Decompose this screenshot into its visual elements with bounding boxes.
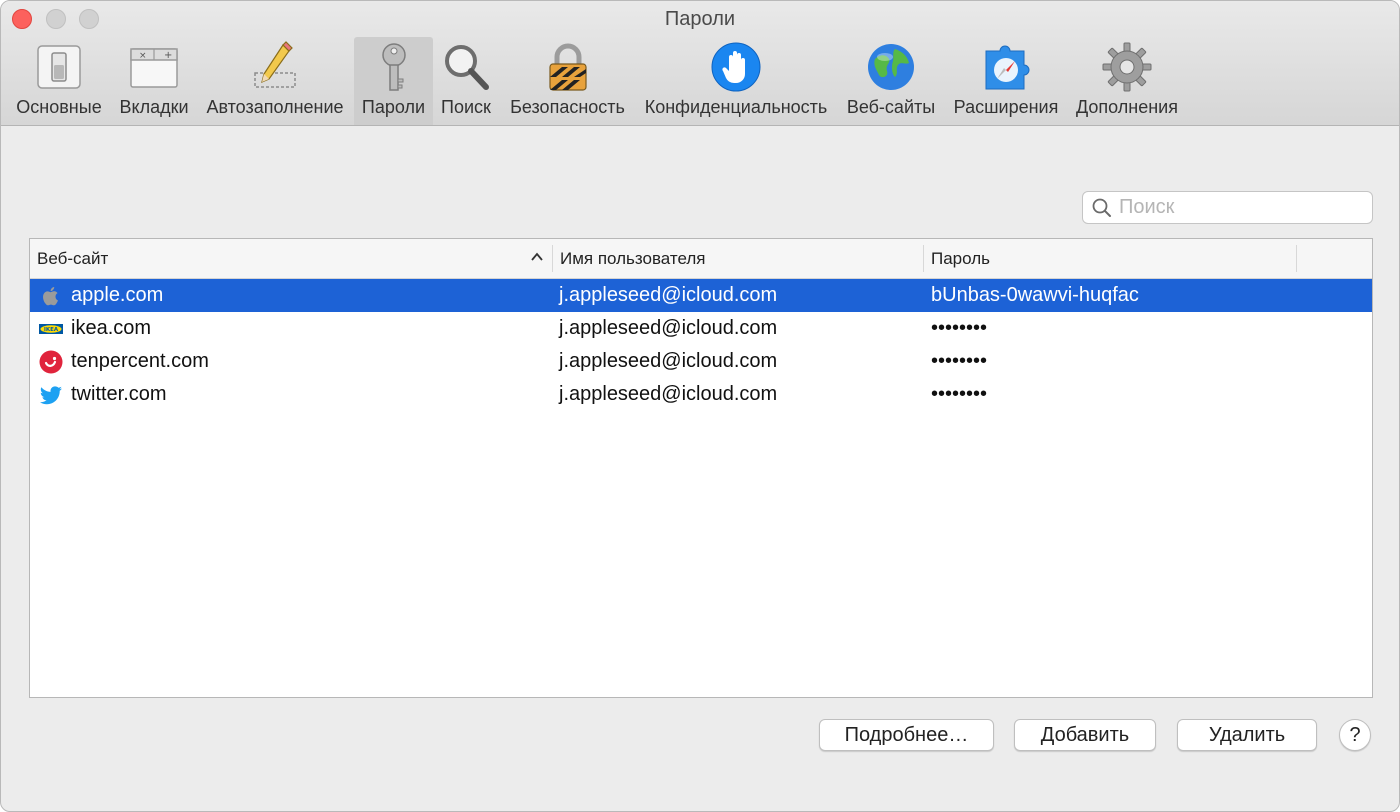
magnifier-icon xyxy=(445,45,489,90)
website-cell: tenpercent.com xyxy=(71,350,209,372)
remove-button[interactable]: Удалить xyxy=(1177,719,1317,751)
tab-search[interactable]: Поиск xyxy=(435,37,497,125)
table-header: Веб-сайт Имя пользователя Пароль xyxy=(30,239,1372,279)
privacy-hand-icon xyxy=(711,42,761,92)
username-cell: j.appleseed@icloud.com xyxy=(559,284,778,306)
website-cell: twitter.com xyxy=(71,383,167,405)
autofill-pencil-icon xyxy=(254,41,296,88)
tab-extensions-label: Расширения xyxy=(953,97,1059,117)
tab-tabs-label: Вкладки xyxy=(119,97,189,117)
extensions-puzzle-icon xyxy=(985,45,1030,90)
sort-ascending-icon xyxy=(531,252,543,261)
search-field[interactable] xyxy=(1082,191,1373,224)
window-title: Пароли xyxy=(664,8,736,30)
column-divider[interactable] xyxy=(1296,245,1297,272)
tab-websites-label: Веб-сайты xyxy=(846,97,936,117)
twitter-bird-icon xyxy=(40,386,62,405)
ikea-logo-icon: IKEA xyxy=(39,324,63,334)
tab-extensions[interactable]: Расширения xyxy=(946,37,1066,125)
tabs-icon: × + xyxy=(130,48,178,88)
website-cell: apple.com xyxy=(71,284,164,306)
tab-websites[interactable]: Веб-сайты xyxy=(839,37,943,125)
website-cell: ikea.com xyxy=(71,317,152,339)
username-cell: j.appleseed@icloud.com xyxy=(559,350,778,372)
tab-passwords-label: Пароли xyxy=(361,97,426,117)
globe-icon xyxy=(868,44,914,90)
svg-text:+: + xyxy=(164,50,172,61)
preferences-window: Пароли Основные × + Вкладки Автозаполнен… xyxy=(0,0,1400,812)
details-button[interactable]: Подробнее… xyxy=(819,719,994,751)
tab-search-label: Поиск xyxy=(441,97,491,117)
column-header-website[interactable]: Веб-сайт xyxy=(30,239,552,278)
username-cell: j.appleseed@icloud.com xyxy=(559,317,778,339)
table-row[interactable]: twitter.com j.appleseed@icloud.com •••••… xyxy=(30,378,1372,411)
toolbar: Пароли Основные × + Вкладки Автозаполнен… xyxy=(1,1,1399,126)
help-button[interactable]: ? xyxy=(1339,719,1371,751)
tab-tabs[interactable]: × + Вкладки xyxy=(111,37,197,125)
tab-privacy-label: Конфиденциальность xyxy=(644,97,828,117)
column-header-password[interactable]: Пароль xyxy=(924,239,1296,278)
padlock-icon xyxy=(548,43,587,91)
apple-logo-icon xyxy=(43,287,58,306)
gear-icon xyxy=(1102,42,1152,92)
svg-text:×: × xyxy=(139,51,147,61)
tab-advanced-label: Дополнения xyxy=(1076,97,1178,117)
tab-autofill-label: Автозаполнение xyxy=(206,97,344,117)
search-icon xyxy=(1092,198,1111,217)
password-cell: •••••••• xyxy=(931,350,988,372)
tab-autofill[interactable]: Автозаполнение xyxy=(199,37,351,125)
tab-advanced[interactable]: Дополнения xyxy=(1069,37,1185,125)
tab-general[interactable]: Основные xyxy=(9,37,109,125)
column-header-username[interactable]: Имя пользователя xyxy=(553,239,923,278)
passwords-table: Веб-сайт Имя пользователя Пароль apple.c… xyxy=(29,238,1373,698)
key-icon xyxy=(381,43,406,91)
password-cell: •••••••• xyxy=(931,383,988,405)
table-row[interactable]: tenpercent.com j.appleseed@icloud.com ••… xyxy=(30,345,1372,378)
tab-passwords[interactable]: Пароли xyxy=(354,37,433,125)
tab-privacy[interactable]: Конфиденциальность xyxy=(637,37,835,125)
table-row[interactable]: IKEA ikea.com j.appleseed@icloud.com •••… xyxy=(30,312,1372,345)
search-input[interactable] xyxy=(1119,195,1364,220)
tenpercent-logo-icon xyxy=(39,350,63,374)
table-row[interactable]: apple.com j.appleseed@icloud.com bUnbas-… xyxy=(30,279,1372,312)
tab-general-label: Основные xyxy=(16,97,102,117)
general-switch-icon xyxy=(37,45,81,89)
add-button[interactable]: Добавить xyxy=(1014,719,1156,751)
password-cell: bUnbas-0wawvi-huqfac xyxy=(931,284,1139,306)
tab-security-label: Безопасность xyxy=(510,97,625,117)
tab-security[interactable]: Безопасность xyxy=(501,37,634,125)
username-cell: j.appleseed@icloud.com xyxy=(559,383,778,405)
svg-text:IKEA: IKEA xyxy=(44,327,59,333)
password-cell: •••••••• xyxy=(931,317,988,339)
